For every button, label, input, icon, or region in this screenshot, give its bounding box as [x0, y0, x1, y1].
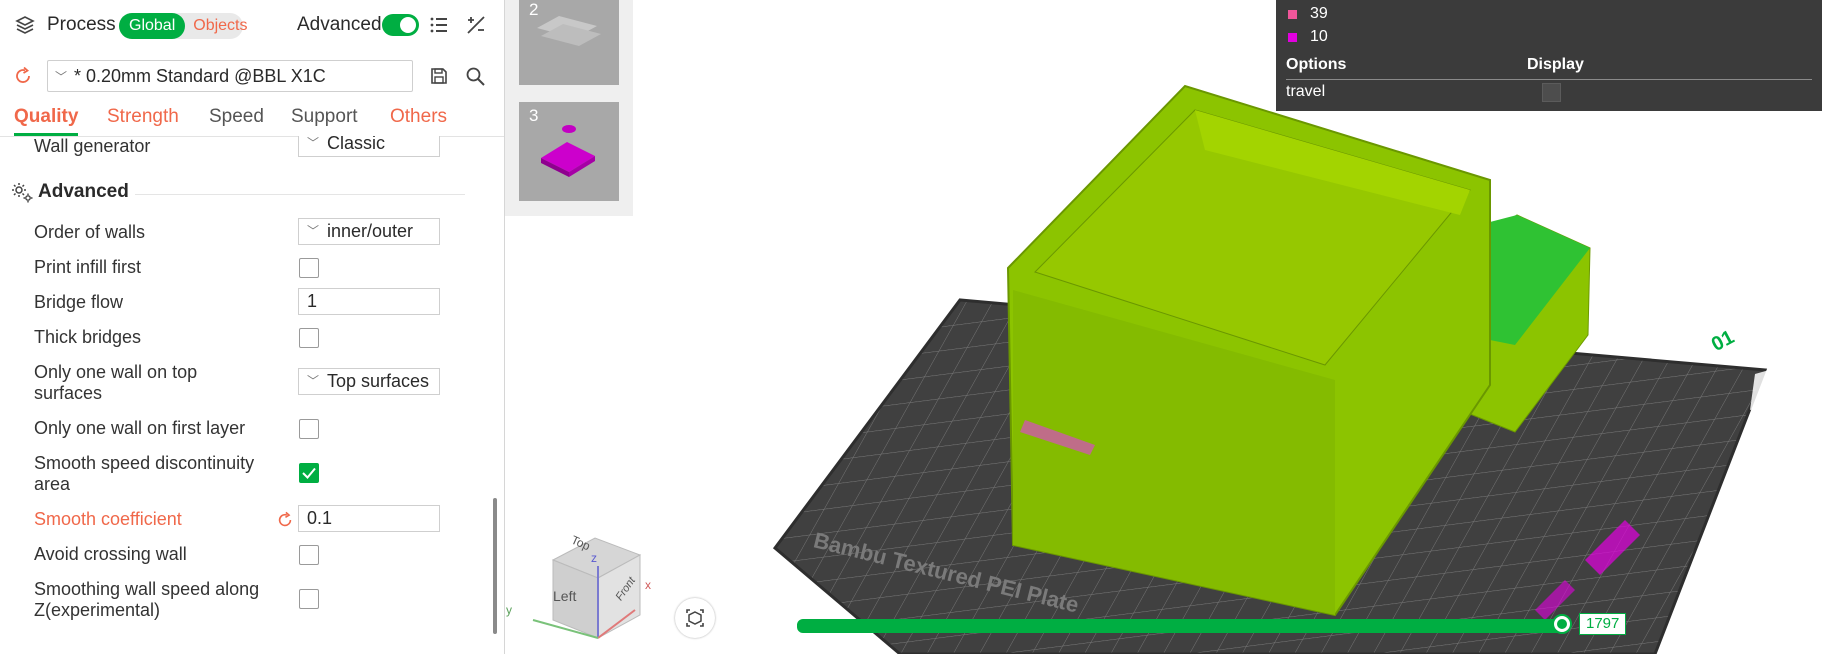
smooth-speed-label-line2: area — [34, 474, 71, 494]
layer-slider-value: 1797 — [1579, 613, 1627, 635]
smoothing-wall-speed-label: Smoothing wall speed along Z(experimenta… — [34, 579, 259, 621]
options-header: Options — [1286, 56, 1347, 73]
order-of-walls-label: Order of walls — [34, 222, 146, 242]
chevron-down-icon: ﹀ — [306, 224, 319, 238]
axis-x-label: x — [645, 578, 651, 592]
only-one-wall-first-label: Only one wall on first layer — [34, 418, 246, 438]
tab-strength[interactable]: Strength — [107, 106, 179, 128]
settings-list: Wall generator ﹀ Classic Advanced Order … — [0, 136, 486, 654]
travel-display-checkbox[interactable] — [1542, 83, 1561, 102]
legend-label: 10 — [1310, 28, 1328, 45]
bridge-flow-input[interactable]: 1 — [298, 288, 440, 315]
wall-generator-label: Wall generator — [34, 136, 151, 156]
process-header: Process Global Objects Advanced — [0, 0, 504, 50]
avoid-crossing-wall-label: Avoid crossing wall — [34, 544, 187, 564]
smoothing-wall-speed-label-line2: Z(experimental) — [34, 600, 161, 620]
global-mode-button[interactable]: Global — [119, 13, 186, 39]
chevron-down-icon: ﹀ — [306, 136, 319, 150]
tab-speed[interactable]: Speed — [209, 106, 264, 128]
advanced-toggle[interactable] — [382, 14, 419, 36]
chevron-down-icon: ﹀ — [306, 374, 319, 388]
global-objects-switch[interactable]: Global Objects — [119, 13, 248, 39]
layers-icon — [15, 16, 35, 34]
only-one-wall-top-label-line2: surfaces — [34, 383, 103, 403]
only-one-wall-first-checkbox[interactable] — [299, 419, 319, 439]
legend-swatch — [1288, 10, 1297, 19]
order-of-walls-value: inner/outer — [327, 221, 414, 241]
layer-slider-handle[interactable] — [1552, 614, 1572, 634]
legend-divider — [1286, 79, 1812, 80]
smooth-coefficient-input[interactable]: 0.1 — [298, 505, 440, 532]
thick-bridges-checkbox[interactable] — [299, 328, 319, 348]
color-legend: 39 10 Options Display travel — [1276, 0, 1822, 111]
camera-icon — [686, 609, 704, 627]
camera-view-button[interactable] — [675, 598, 715, 638]
preset-value: * 0.20mm Standard @BBL X1C — [74, 65, 326, 86]
objects-mode-button[interactable]: Objects — [185, 17, 255, 35]
preset-row: ﹀ * 0.20mm Standard @BBL X1C — [0, 58, 504, 94]
thick-bridges-label: Thick bridges — [34, 327, 142, 347]
plate-preview-image — [537, 16, 601, 46]
axis-y-label: y — [506, 603, 512, 617]
avoid-crossing-wall-checkbox[interactable] — [299, 545, 319, 565]
search-icon[interactable] — [465, 66, 486, 87]
display-header: Display — [1527, 56, 1584, 73]
process-preset-combo[interactable]: ﹀ * 0.20mm Standard @BBL X1C — [47, 60, 413, 92]
chevron-down-icon: ﹀ — [54, 69, 67, 84]
wall-generator-combo[interactable]: ﹀ Classic — [298, 136, 440, 157]
plate-thumbnail-2[interactable]: 2 — [519, 0, 619, 85]
list-icon[interactable] — [428, 14, 450, 36]
reset-icon[interactable] — [276, 511, 294, 529]
save-icon[interactable] — [429, 66, 449, 86]
smooth-speed-checkbox[interactable] — [299, 463, 319, 483]
tab-quality[interactable]: Quality — [14, 106, 79, 136]
compare-icon[interactable] — [465, 14, 487, 36]
tab-support[interactable]: Support — [291, 106, 358, 128]
only-one-wall-top-label-line1: Only one wall on top — [34, 362, 198, 382]
plate-thumbnails: 2 3 — [505, 0, 633, 216]
smooth-speed-label-line1: Smooth speed discontinuity — [34, 453, 255, 473]
process-title: Process — [47, 14, 116, 35]
print-infill-first-checkbox[interactable] — [299, 258, 319, 278]
smoothing-wall-speed-checkbox[interactable] — [299, 589, 319, 609]
gear-icon — [12, 183, 33, 203]
wall-generator-value: Classic — [327, 136, 386, 153]
legend-label: 39 — [1310, 5, 1328, 22]
tab-others[interactable]: Others — [390, 106, 447, 128]
smoothing-wall-speed-label-line1: Smoothing wall speed along — [34, 579, 260, 599]
travel-option-label: travel — [1286, 83, 1326, 100]
only-one-wall-top-combo[interactable]: ﹀ Top surfaces — [298, 368, 440, 395]
advanced-label: Advanced — [297, 14, 382, 35]
advanced-section-title: Advanced — [38, 181, 129, 202]
smooth-speed-label: Smooth speed discontinuity area — [34, 453, 254, 495]
bridge-flow-label: Bridge flow — [34, 292, 124, 312]
only-one-wall-top-label: Only one wall on top surfaces — [34, 362, 197, 404]
plate-thumbnail-3[interactable]: 3 — [519, 102, 619, 201]
preview-viewport[interactable]: 2 3 39 10 Options Display travel 01 Bamb… — [505, 0, 1822, 654]
order-of-walls-combo[interactable]: ﹀ inner/outer — [298, 218, 440, 245]
cube-left-label: Left — [553, 588, 577, 604]
reset-icon[interactable] — [13, 66, 33, 86]
advanced-section-header: Advanced — [10, 180, 129, 204]
smooth-coefficient-label: Smooth coefficient — [34, 509, 182, 529]
only-one-wall-top-value: Top surfaces — [327, 371, 430, 391]
plate-marker — [1750, 360, 1805, 410]
process-panel: Process Global Objects Advanced ﹀ * 0.20… — [0, 0, 505, 654]
plate-preview-image — [541, 125, 595, 177]
check-icon — [302, 467, 316, 479]
layer-slider-track[interactable] — [797, 619, 1566, 633]
legend-swatch — [1288, 33, 1297, 42]
settings-tabs: Quality Strength Speed Support Others — [0, 104, 504, 137]
axis-z-label: z — [591, 551, 597, 565]
print-infill-first-label: Print infill first — [34, 257, 142, 277]
section-divider — [135, 194, 465, 195]
settings-scrollbar[interactable] — [493, 498, 497, 634]
